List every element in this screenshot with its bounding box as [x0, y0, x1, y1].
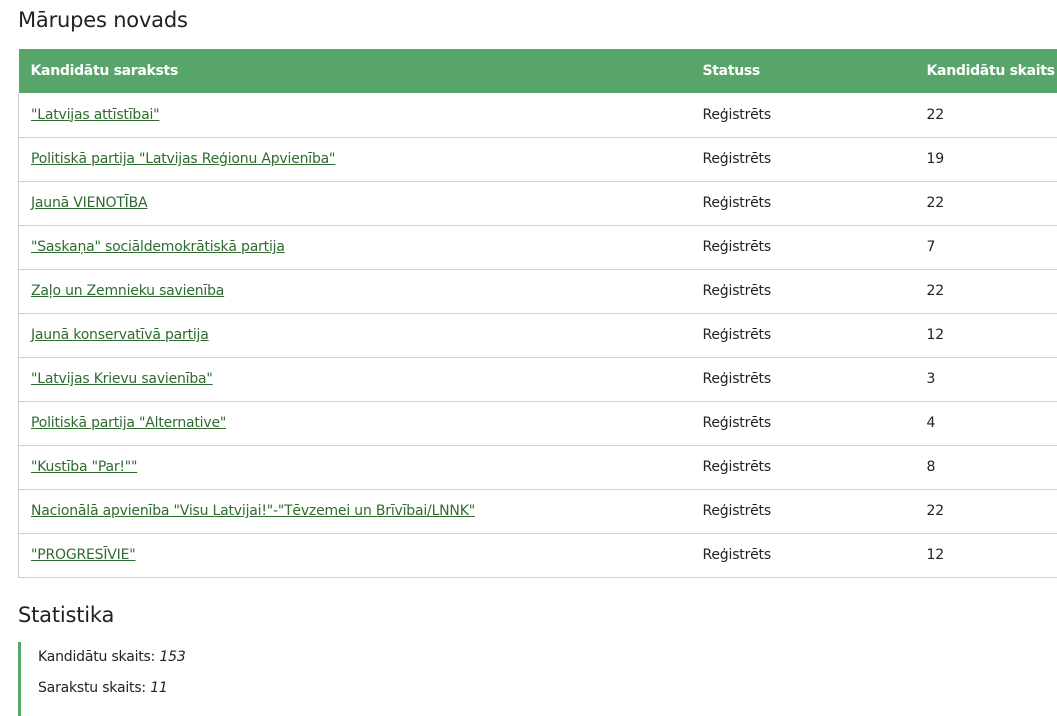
table-row: Zaļo un Zemnieku savienība Reģistrēts 22: [18, 269, 1057, 313]
count-cell: 22: [926, 106, 945, 123]
list-name-cell: Jaunā konservatīvā partija: [18, 313, 691, 357]
table-row: "Kustība "Par!"" Reģistrēts 8: [18, 445, 1057, 489]
table-header: Kandidātu saraksts Statuss Kandidātu ska…: [18, 49, 1057, 93]
count-cell: 7: [926, 239, 936, 255]
list-name-cell: "Latvijas attīstībai": [18, 93, 691, 137]
count-cell: 22: [926, 195, 945, 211]
party-link[interactable]: Politiskā partija "Latvijas Reģionu Apvi…: [31, 151, 335, 167]
list-name-cell: Politiskā partija "Alternative": [18, 401, 691, 445]
table-row: "Saskaņa" sociāldemokrātiskā partija Reģ…: [18, 225, 1057, 269]
party-link[interactable]: Jaunā konservatīvā partija: [31, 327, 209, 343]
list-name-cell: Jaunā VIENOTĪBA: [18, 181, 691, 225]
party-link[interactable]: "Latvijas Krievu savienība": [31, 371, 213, 387]
party-link[interactable]: Politiskā partija "Alternative": [31, 415, 226, 431]
status-cell: Reģistrēts: [702, 239, 772, 255]
stat-candidates-label: Kandidātu skaits:: [38, 649, 156, 665]
count-cell: 12: [926, 327, 945, 343]
table-row: Jaunā VIENOTĪBA Reģistrēts 22: [18, 181, 1057, 225]
table-row: "Latvijas attīstībai" Reģistrēts 22: [18, 93, 1057, 137]
statistics-box: Kandidātu skaits: 153 Sarakstu skaits: 1…: [18, 642, 186, 716]
candidate-lists-table-wrap: Kandidātu saraksts Statuss Kandidātu ska…: [18, 49, 1057, 578]
status-cell: Reģistrēts: [702, 283, 772, 299]
status-cell: Reģistrēts: [702, 106, 772, 123]
stat-lists: Sarakstu skaits: 11: [38, 673, 186, 704]
page: Mārupes novads Kandidātu saraksts Status…: [0, 0, 1057, 716]
count-cell: 3: [926, 371, 936, 387]
count-cell: 4: [926, 415, 936, 431]
status-cell: Reģistrēts: [702, 195, 772, 211]
count-cell: 22: [926, 283, 945, 299]
party-link[interactable]: "Saskaņa" sociāldemokrātiskā partija: [31, 239, 285, 255]
count-cell: 22: [926, 503, 945, 519]
party-link[interactable]: "Latvijas attīstībai": [31, 107, 160, 123]
party-link[interactable]: Nacionālā apvienība "Visu Latvijai!"-"Tē…: [31, 503, 475, 519]
list-name-cell: "Kustība "Par!"": [18, 445, 691, 489]
list-name-cell: Nacionālā apvienība "Visu Latvijai!"-"Tē…: [18, 489, 691, 533]
status-cell: Reģistrēts: [702, 151, 772, 167]
column-header-status: Statuss: [702, 63, 761, 79]
table-row: Jaunā konservatīvā partija Reģistrēts 12: [18, 313, 1057, 357]
column-header-count: Kandidātu skaits: [926, 63, 1056, 79]
status-cell: Reģistrēts: [702, 371, 772, 387]
status-cell: Reģistrēts: [702, 459, 772, 475]
list-name-cell: Politiskā partija "Latvijas Reģionu Apvi…: [18, 137, 691, 181]
table-body: "Latvijas attīstībai" Reģistrēts 22 Poli…: [18, 93, 1057, 577]
table-row: Politiskā partija "Latvijas Reģionu Apvi…: [18, 137, 1057, 181]
stat-lists-value: 11: [150, 680, 168, 696]
party-link[interactable]: "Kustība "Par!"": [31, 459, 137, 475]
table-header-row: Kandidātu saraksts Statuss Kandidātu ska…: [18, 49, 1057, 93]
party-link[interactable]: Jaunā VIENOTĪBA: [31, 195, 148, 211]
list-name-cell: "Saskaņa" sociāldemokrātiskā partija: [18, 225, 691, 269]
table-row: Politiskā partija "Alternative" Reģistrē…: [18, 401, 1057, 445]
stat-candidates-value: 153: [159, 649, 186, 665]
list-name-cell: "PROGRESĪVIE": [18, 533, 691, 577]
table-row: "Latvijas Krievu savienība" Reģistrēts 3: [18, 357, 1057, 401]
status-cell: Reģistrēts: [702, 415, 772, 431]
status-cell: Reģistrēts: [702, 327, 772, 343]
statistics-title: Statistika: [18, 603, 115, 627]
candidate-lists-table: Kandidātu saraksts Statuss Kandidātu ska…: [18, 49, 1057, 578]
count-cell: 8: [926, 459, 936, 475]
status-cell: Reģistrēts: [702, 547, 772, 563]
table-row: Nacionālā apvienība "Visu Latvijai!"-"Tē…: [18, 489, 1057, 533]
stat-candidates: Kandidātu skaits: 153: [38, 642, 186, 673]
stat-lists-label: Sarakstu skaits:: [38, 680, 146, 696]
list-name-cell: "Latvijas Krievu savienība": [18, 357, 691, 401]
count-cell: 19: [926, 151, 945, 167]
table-row: "PROGRESĪVIE" Reģistrēts 12: [18, 533, 1057, 577]
party-link[interactable]: Zaļo un Zemnieku savienība: [31, 283, 224, 299]
page-title: Mārupes novads: [18, 8, 188, 32]
status-cell: Reģistrēts: [702, 503, 772, 519]
column-header-list: Kandidātu saraksts: [30, 63, 179, 79]
list-name-cell: Zaļo un Zemnieku savienība: [18, 269, 691, 313]
party-link[interactable]: "PROGRESĪVIE": [31, 547, 136, 563]
count-cell: 12: [926, 547, 945, 563]
